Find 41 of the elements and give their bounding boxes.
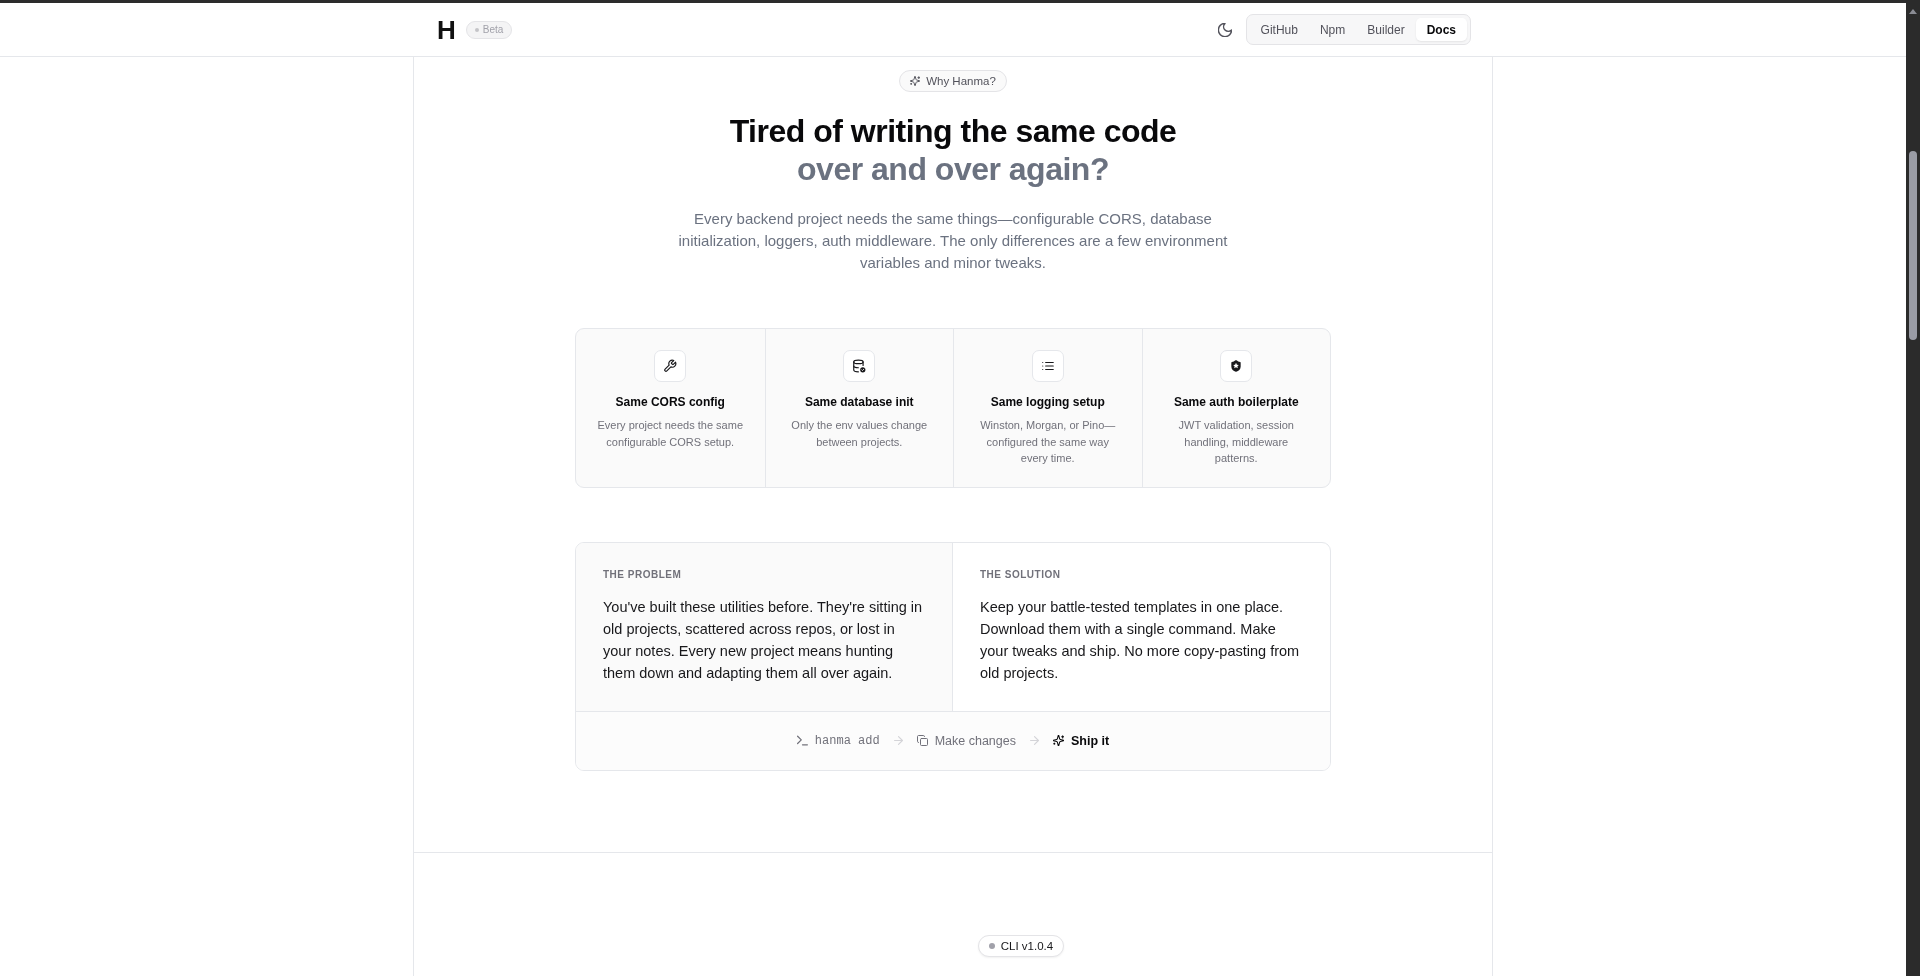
status-dot-icon xyxy=(988,942,995,949)
moon-icon[interactable] xyxy=(1217,22,1232,37)
version-text: CLI v1.0.4 xyxy=(1000,939,1054,952)
wrench-icon xyxy=(654,350,687,382)
scroll-up-arrow-icon[interactable] xyxy=(1909,9,1917,14)
eyebrow-text: Why Hanma? xyxy=(926,75,996,87)
feature-title: Same auth boilerplate xyxy=(1173,394,1299,410)
step-label: Ship it xyxy=(1070,732,1110,749)
feature-title: Same logging setup xyxy=(990,394,1105,410)
panel-text: You've built these utilities before. They're sitting in old projects, scattered across repos, or lost in your notes. Every new project means hunting them down and adapting them all over again. xyxy=(603,597,924,683)
headline: Tired of writing the same code xyxy=(729,112,1177,150)
hero-description: Every backend project needs the same things—configurable CORS, database initialization, loggers, auth middleware. The only differences are a few environment variables and minor tweaks. xyxy=(677,209,1229,273)
terminal-icon xyxy=(796,735,808,746)
sparkle-icon xyxy=(1052,735,1064,746)
headline-subtitle: over and over again? xyxy=(796,150,1110,188)
nav-tab[interactable]: Docs xyxy=(1415,18,1467,41)
step-label: Make changes xyxy=(934,732,1016,749)
feature-description: Every project needs the same configurable CORS setup. xyxy=(596,418,744,450)
database-icon xyxy=(843,350,876,382)
badge-text: Beta xyxy=(482,24,504,35)
nav-tab[interactable]: GitHub xyxy=(1249,18,1309,41)
sparkle-icon xyxy=(910,76,921,86)
feature-description: Winston, Morgan, or Pino—configured the same way every time. xyxy=(979,418,1117,466)
logo[interactable]: H xyxy=(437,16,456,43)
status-dot-icon xyxy=(474,27,479,32)
nav-tab[interactable]: Builder xyxy=(1356,18,1416,41)
nav-tab[interactable]: Npm xyxy=(1308,18,1357,41)
section-label: THE PROBLEM xyxy=(603,567,683,582)
scrollbar-thumb[interactable] xyxy=(1909,151,1917,340)
arrow-right-icon xyxy=(893,736,903,745)
feature-description: JWT validation, session handling, middleware patterns. xyxy=(1177,418,1295,466)
section-label: THE SOLUTION xyxy=(980,567,1062,582)
copy-icon xyxy=(916,735,928,746)
arrow-right-icon xyxy=(1029,736,1039,745)
feature-title: Same database init xyxy=(804,394,914,410)
shield-icon xyxy=(1220,350,1253,382)
panel-text: Keep your battle-tested templates in one place. Download them with a single command. Make your tweaks and ship. No more copy-pasting from old projects. xyxy=(980,597,1301,683)
feature-title: Same CORS config xyxy=(615,394,725,410)
command-text: hanma add xyxy=(814,732,880,749)
feature-description: Only the env values change between projects. xyxy=(790,418,929,450)
list-icon xyxy=(1031,350,1064,382)
